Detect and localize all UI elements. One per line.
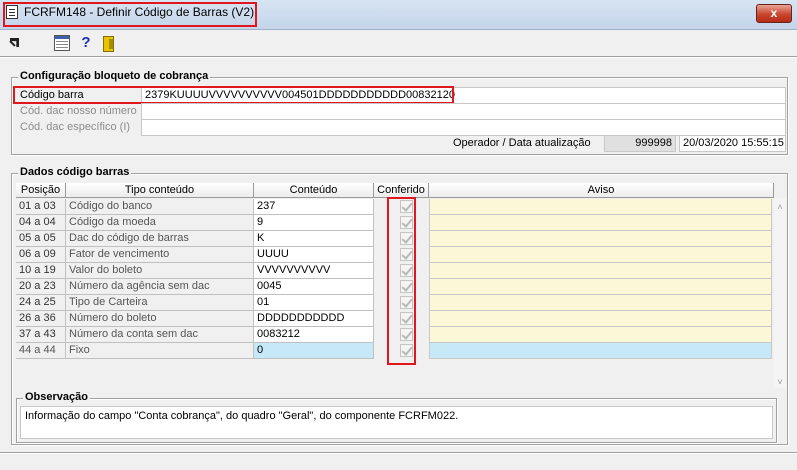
grid-icon[interactable] bbox=[54, 35, 70, 51]
cell-posicao: 04 a 04 bbox=[16, 215, 66, 231]
cell-conteudo[interactable]: 01 bbox=[254, 295, 374, 311]
cell-aviso bbox=[429, 295, 772, 311]
codigo-barra-highlight-box bbox=[13, 86, 454, 104]
help-icon[interactable]: ? bbox=[78, 35, 94, 51]
close-button[interactable]: x bbox=[756, 4, 792, 23]
cell-aviso bbox=[429, 263, 772, 279]
cell-aviso bbox=[429, 247, 772, 263]
scroll-down-icon[interactable]: ˅ bbox=[774, 376, 786, 388]
cell-aviso bbox=[429, 343, 772, 359]
cell-posicao: 05 a 05 bbox=[16, 231, 66, 247]
cell-tipo: Dac do código de barras bbox=[66, 231, 254, 247]
title-bar: FCRFM148 - Definir Código de Barras (V2)… bbox=[0, 0, 797, 30]
dados-group-title: Dados código barras bbox=[18, 166, 132, 178]
config-group-title: Configuração bloqueto de cobrança bbox=[18, 70, 211, 82]
cell-conteudo[interactable]: 9 bbox=[254, 215, 374, 231]
cell-posicao: 20 a 23 bbox=[16, 279, 66, 295]
cell-aviso bbox=[429, 199, 772, 215]
operador-field: 999998 bbox=[604, 135, 676, 152]
cell-tipo: Número da agência sem dac bbox=[66, 279, 254, 295]
cell-aviso bbox=[429, 231, 772, 247]
exit-arrow-icon[interactable] bbox=[8, 35, 24, 51]
cell-tipo: Código do banco bbox=[66, 199, 254, 215]
cell-conteudo[interactable]: 237 bbox=[254, 199, 374, 215]
dac-especifico-label: Cód. dac específico (I) bbox=[20, 121, 131, 133]
cell-posicao: 06 a 09 bbox=[16, 247, 66, 263]
door-exit-icon[interactable] bbox=[100, 35, 116, 52]
cell-conteudo[interactable]: K bbox=[254, 231, 374, 247]
cell-aviso bbox=[429, 279, 772, 295]
cell-posicao: 01 a 03 bbox=[16, 199, 66, 215]
dac-especifico-field[interactable] bbox=[141, 119, 786, 136]
cell-posicao: 26 a 36 bbox=[16, 311, 66, 327]
cell-aviso bbox=[429, 215, 772, 231]
cell-tipo: Fixo bbox=[66, 343, 254, 359]
cell-conteudo[interactable]: 0045 bbox=[254, 279, 374, 295]
col-header-posicao[interactable]: Posição bbox=[16, 183, 66, 198]
cell-conteudo[interactable]: 0083212 bbox=[254, 327, 374, 343]
conferido-highlight-box bbox=[387, 197, 416, 365]
cell-tipo: Número do boleto bbox=[66, 311, 254, 327]
cell-aviso bbox=[429, 311, 772, 327]
cell-tipo: Número da conta sem dac bbox=[66, 327, 254, 343]
observacao-text: Informação do campo "Conta cobrança", do… bbox=[20, 406, 773, 439]
cell-posicao: 44 a 44 bbox=[16, 343, 66, 359]
dac-nosso-numero-label: Cód. dac nosso número bbox=[20, 105, 137, 117]
cell-tipo: Fator de vencimento bbox=[66, 247, 254, 263]
operador-label: Operador / Data atualização bbox=[453, 137, 591, 149]
cell-conteudo[interactable]: 0 bbox=[254, 343, 374, 359]
title-highlight-box bbox=[3, 2, 257, 27]
toolbar-separator bbox=[0, 56, 797, 58]
data-atualizacao-field: 20/03/2020 15:55:15 bbox=[679, 135, 786, 152]
cell-conteudo[interactable]: UUUU bbox=[254, 247, 374, 263]
toolbar: ? bbox=[0, 30, 797, 56]
vertical-scrollbar[interactable]: ˄ ˅ bbox=[774, 198, 786, 388]
cell-tipo: Código da moeda bbox=[66, 215, 254, 231]
cell-posicao: 37 a 43 bbox=[16, 327, 66, 343]
cell-aviso bbox=[429, 327, 772, 343]
observacao-title: Observação bbox=[23, 391, 90, 403]
scroll-up-icon[interactable]: ˄ bbox=[774, 201, 786, 213]
col-header-conteudo[interactable]: Conteúdo bbox=[254, 183, 374, 198]
col-header-conferido[interactable]: Conferido bbox=[374, 183, 429, 198]
dac-nosso-numero-field[interactable] bbox=[141, 103, 786, 120]
cell-posicao: 24 a 25 bbox=[16, 295, 66, 311]
cell-conteudo[interactable]: VVVVVVVVVV bbox=[254, 263, 374, 279]
cell-conteudo[interactable]: DDDDDDDDDDD bbox=[254, 311, 374, 327]
col-header-tipo[interactable]: Tipo conteúdo bbox=[66, 183, 254, 198]
cell-tipo: Valor do boleto bbox=[66, 263, 254, 279]
cell-posicao: 10 a 19 bbox=[16, 263, 66, 279]
bottom-separator bbox=[0, 452, 797, 454]
cell-tipo: Tipo de Carteira bbox=[66, 295, 254, 311]
col-header-aviso[interactable]: Aviso bbox=[429, 183, 774, 198]
